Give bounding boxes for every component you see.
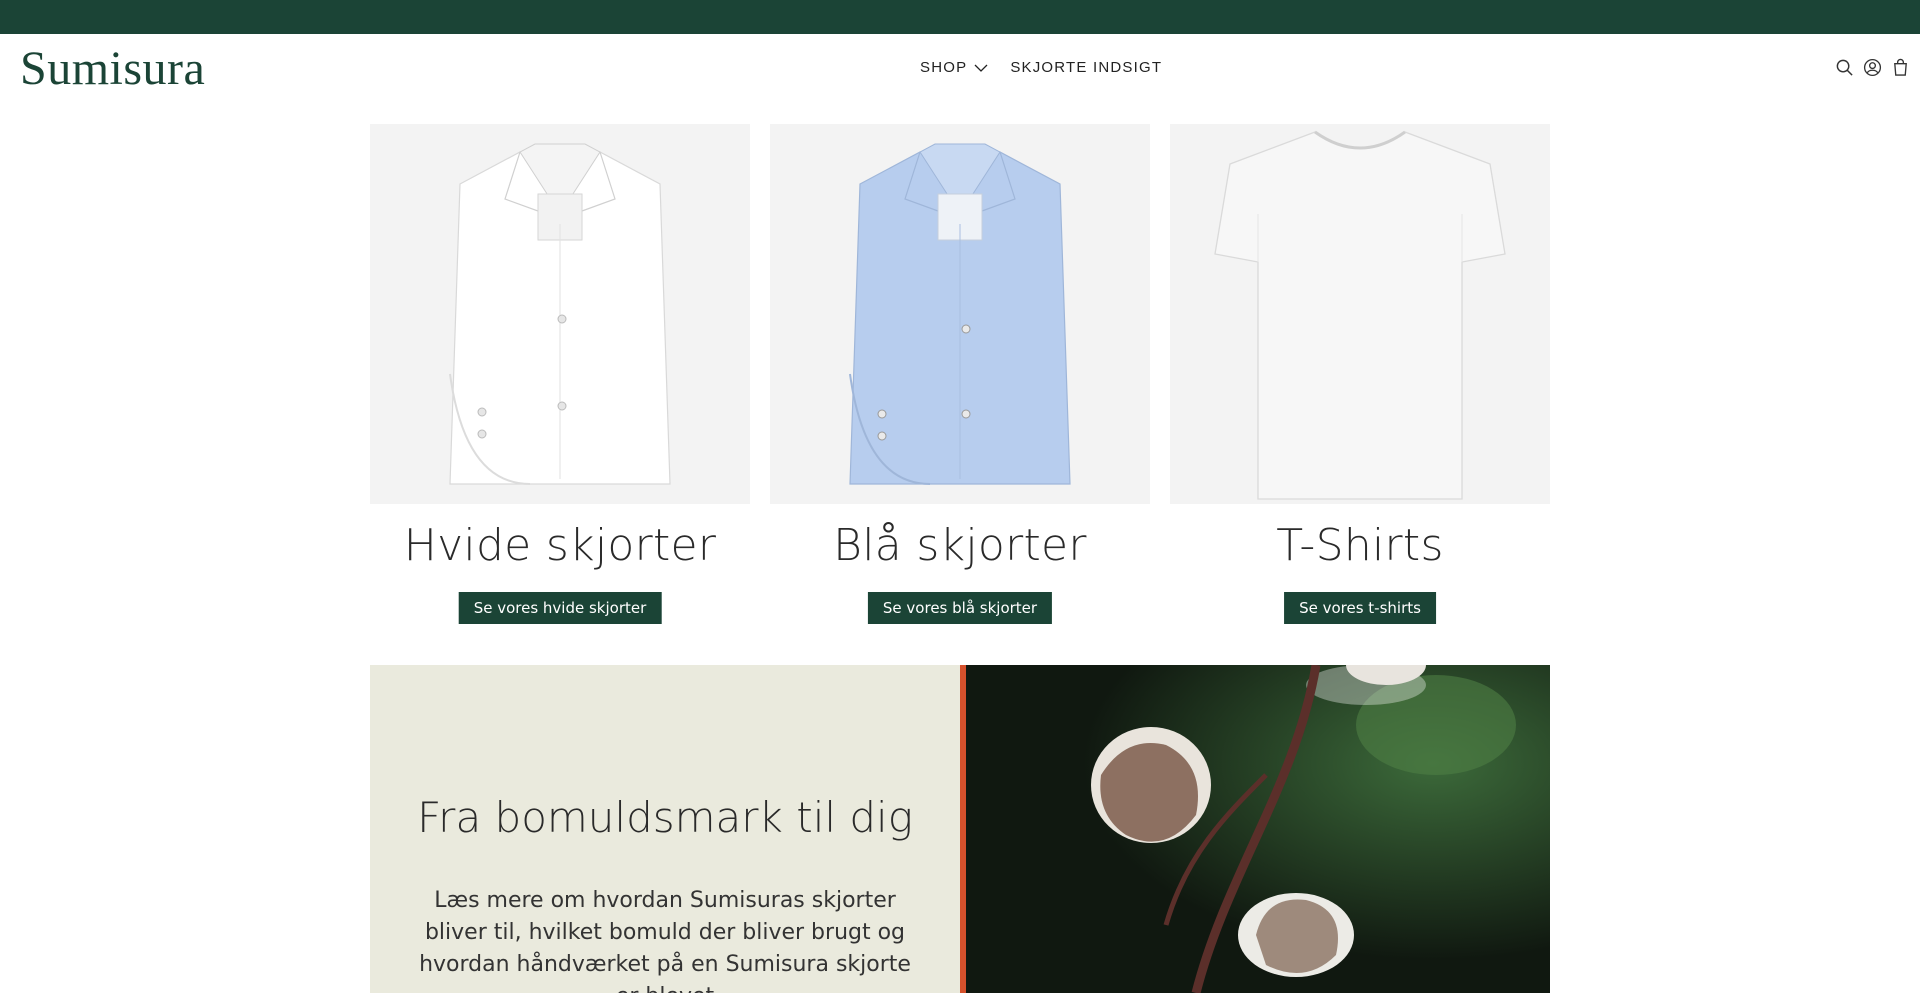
nav-shop-label: SHOP <box>920 59 968 76</box>
site-header: Sumisura SHOP SKJORTE INDSIGT <box>0 34 1920 102</box>
cotton-plant-photo <box>966 665 1550 993</box>
nav-skjorte-indsigt-label: SKJORTE INDSIGT <box>1010 59 1163 76</box>
product-card-blue-shirts: Blå skjorter Se vores blå skjorter <box>770 124 1150 634</box>
account-icon[interactable] <box>1863 58 1882 77</box>
story-title: Fra bomuldsmark til dig <box>417 793 913 842</box>
cart-icon[interactable] <box>1891 58 1910 77</box>
main-nav: SHOP SKJORTE INDSIGT <box>920 59 1162 76</box>
see-tshirts-button[interactable]: Se vores t-shirts <box>1284 592 1436 624</box>
white-shirt-image[interactable] <box>370 124 750 504</box>
product-title[interactable]: Blå skjorter <box>770 520 1150 571</box>
chevron-down-icon <box>974 64 988 72</box>
product-categories: Hvide skjorter Se vores hvide skjorter B… <box>370 124 1550 634</box>
cotton-story-section: Fra bomuldsmark til dig Læs mere om hvor… <box>370 665 1550 993</box>
product-card-tshirts: T-Shirts Se vores t-shirts <box>1170 124 1550 634</box>
product-card-white-shirts: Hvide skjorter Se vores hvide skjorter <box>370 124 750 634</box>
story-text-panel: Fra bomuldsmark til dig Læs mere om hvor… <box>370 665 960 993</box>
logo[interactable]: Sumisura <box>20 45 205 93</box>
story-text: Læs mere om hvordan Sumisuras skjorter b… <box>419 888 911 993</box>
announcement-bar <box>0 0 1920 34</box>
white-tshirt-image[interactable] <box>1170 124 1550 504</box>
nav-skjorte-indsigt[interactable]: SKJORTE INDSIGT <box>1010 59 1162 76</box>
see-blue-shirts-button[interactable]: Se vores blå skjorter <box>867 592 1053 624</box>
blue-shirt-image[interactable] <box>770 124 1150 504</box>
product-title[interactable]: T-Shirts <box>1170 520 1550 571</box>
see-white-shirts-button[interactable]: Se vores hvide skjorter <box>458 592 662 624</box>
nav-shop[interactable]: SHOP <box>920 59 988 76</box>
product-title[interactable]: Hvide skjorter <box>370 520 750 571</box>
search-icon[interactable] <box>1835 58 1854 77</box>
header-icons <box>1835 58 1910 77</box>
